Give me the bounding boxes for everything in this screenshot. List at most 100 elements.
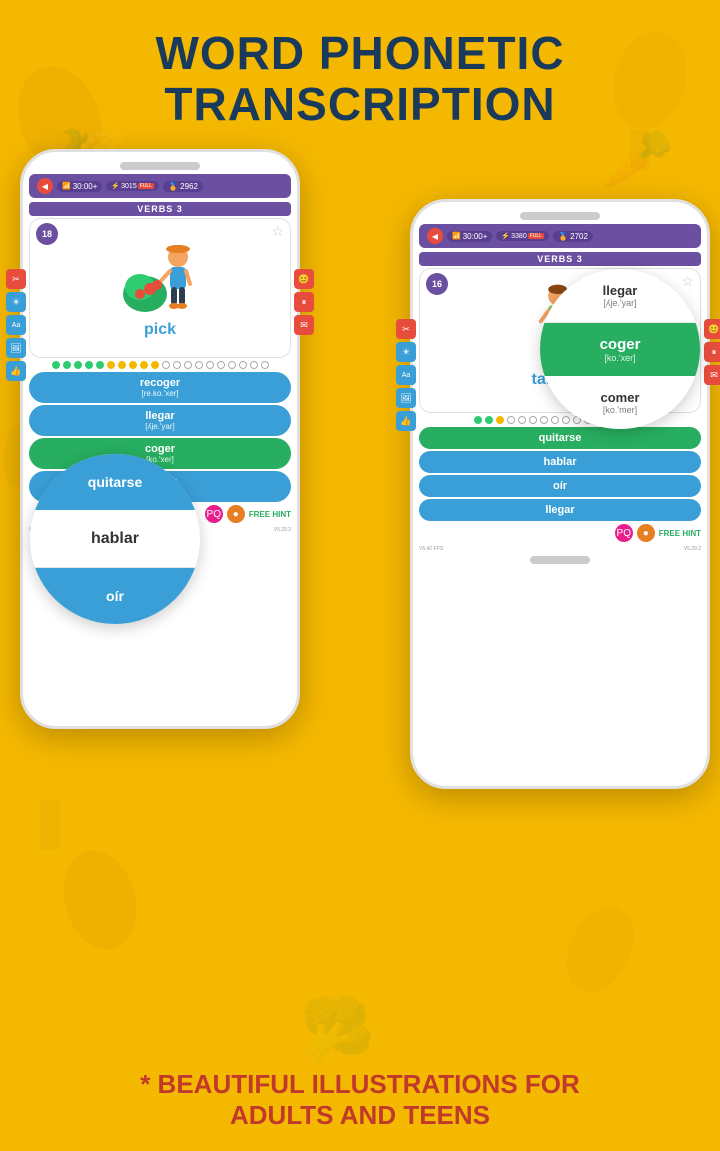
phone-right-face-btn[interactable]: 😊 — [704, 319, 720, 339]
phone-right-hint-icon-pq[interactable]: PQ — [615, 524, 633, 542]
bottom-text-line1: * BEAUTIFUL ILLUSTRATIONS FOR — [20, 1069, 700, 1100]
phone-right-home-button[interactable] — [530, 556, 590, 564]
progress-dot — [250, 361, 258, 369]
phone-right-hint-label[interactable]: FREE HINT — [659, 529, 701, 538]
progress-dot — [151, 361, 159, 369]
phone-left-thumb-btn[interactable]: 👍 — [6, 361, 26, 381]
progress-dot — [107, 361, 115, 369]
progress-dot — [118, 361, 126, 369]
phone-left-hint-icon-pq[interactable]: PQ — [205, 505, 223, 523]
progress-dot — [496, 416, 504, 424]
phone-left-gallery-btn[interactable]: 🖼 — [6, 338, 26, 358]
phone-left-pause-btn[interactable]: ⏸ — [294, 292, 314, 312]
progress-dot — [52, 361, 60, 369]
progress-dot — [485, 416, 493, 424]
phone-left-aa-btn[interactable]: Aa — [6, 315, 26, 335]
phone-right-answer-4[interactable]: llegar — [419, 499, 701, 521]
circle-item-coger: coger [ko.'xer] — [540, 323, 700, 376]
phone-right-verbs-label: VERBS 3 — [419, 252, 701, 266]
phone-left-sun-btn[interactable]: ☀ — [6, 292, 26, 312]
progress-dot — [228, 361, 236, 369]
phone-left-progress — [29, 361, 291, 369]
phone-right-aa-btn[interactable]: Aa — [396, 365, 416, 385]
circle-top-right: llegar [ʎje.'yar] coger [ko.'xer] comer … — [540, 269, 700, 429]
progress-dot — [261, 361, 269, 369]
phone-right-back-button[interactable]: ◀ — [427, 228, 443, 244]
progress-dot — [529, 416, 537, 424]
main-title-section: WORD PHONETIC TRANSCRIPTION — [0, 0, 720, 129]
progress-dot — [518, 416, 526, 424]
progress-dot — [239, 361, 247, 369]
phone-left-coins: 🏅 2962 — [163, 181, 203, 192]
phone-right-answer-1[interactable]: quitarse — [419, 427, 701, 449]
phone-left-side-buttons-right: 😊 ⏸ ✉ — [294, 269, 314, 335]
phone-right-card-star[interactable]: ☆ — [681, 273, 694, 290]
progress-dot — [63, 361, 71, 369]
progress-dot — [206, 361, 214, 369]
progress-dot — [96, 361, 104, 369]
phone-left-score: ⚡ 3015 FULL — [106, 181, 159, 191]
phone-left-answer-2[interactable]: llegar [ʎje.'yar] — [29, 405, 291, 436]
phone-left-speaker — [120, 162, 200, 170]
phone-left-hint-label[interactable]: FREE HINT — [249, 510, 291, 519]
phone-left-answer-1[interactable]: recoger [re.ko.'xer] — [29, 372, 291, 403]
progress-dot — [474, 416, 482, 424]
bottom-text-section: * BEAUTIFUL ILLUSTRATIONS FOR ADULTS AND… — [0, 1069, 720, 1131]
progress-dot — [85, 361, 93, 369]
title-line1: WORD PHONETIC — [0, 28, 720, 79]
circle-bottom-left: quitarse hablar oír — [30, 454, 200, 624]
phone-right-answer-2[interactable]: hablar — [419, 451, 701, 473]
phone-left-back-button[interactable]: ◀ — [37, 178, 53, 194]
phone-left-answer-3[interactable]: coger [ko.'xer] — [29, 438, 291, 469]
phone-left: ◀ 📶 30:00+ ⚡ 3015 FULL 🏅 2962 VERBS 3 ✂ … — [20, 149, 300, 729]
title-line2: TRANSCRIPTION — [0, 79, 720, 130]
bottom-text-line2: ADULTS AND TEENS — [20, 1100, 700, 1131]
phone-right-status-bar: ◀ 📶 30:00+ ⚡ 3380 FULL 🏅 2702 — [419, 224, 701, 248]
progress-dot — [173, 361, 181, 369]
phone-left-side-buttons-left: ✂ ☀ Aa 🖼 👍 — [6, 269, 26, 381]
phone-right-time: 📶 30:00+ — [447, 231, 492, 242]
phone-left-face-btn[interactable]: 😊 — [294, 269, 314, 289]
phone-right-side-buttons-right: 😊 ⏸ ✉ — [704, 319, 720, 385]
phone-right-card-number: 16 — [426, 273, 448, 295]
progress-dot — [74, 361, 82, 369]
circle-item-hablar: hablar — [30, 511, 200, 567]
phone-left-status-bar: ◀ 📶 30:00+ ⚡ 3015 FULL 🏅 2962 — [29, 174, 291, 198]
phones-container: ◀ 📶 30:00+ ⚡ 3015 FULL 🏅 2962 VERBS 3 ✂ … — [0, 139, 720, 819]
phone-left-time: 📶 30:00+ — [57, 181, 102, 192]
phone-left-card-number: 18 — [36, 223, 58, 245]
phone-right-mail-btn[interactable]: ✉ — [704, 365, 720, 385]
phone-left-hint-icon-coin[interactable]: ● — [227, 505, 245, 523]
phone-left-card-word: pick — [144, 321, 176, 339]
progress-dot — [540, 416, 548, 424]
progress-dot — [217, 361, 225, 369]
phone-left-verbs-label: VERBS 3 — [29, 202, 291, 216]
phone-right-scissors-btn[interactable]: ✂ — [396, 319, 416, 339]
phone-right-hint-icon-coin[interactable]: ● — [637, 524, 655, 542]
phone-right-pause-btn[interactable]: ⏸ — [704, 342, 720, 362]
progress-dot — [162, 361, 170, 369]
progress-dot — [195, 361, 203, 369]
phone-left-card-star[interactable]: ☆ — [271, 223, 284, 240]
progress-dot — [129, 361, 137, 369]
progress-dot — [140, 361, 148, 369]
phone-right-gallery-btn[interactable]: 🖼 — [396, 388, 416, 408]
progress-dot — [507, 416, 515, 424]
progress-dot — [562, 416, 570, 424]
svg-text:🥦: 🥦 — [300, 993, 375, 1065]
progress-dot — [551, 416, 559, 424]
phone-right-speaker — [520, 212, 600, 220]
phone-right-thumb-btn[interactable]: 👍 — [396, 411, 416, 431]
phone-left-mail-btn[interactable]: ✉ — [294, 315, 314, 335]
phone-left-card: ✂ ☀ Aa 🖼 👍 😊 ⏸ ✉ 18 ☆ — [29, 218, 291, 358]
phone-left-illustration — [120, 229, 200, 319]
progress-dot — [184, 361, 192, 369]
phone-left-scissors-btn[interactable]: ✂ — [6, 269, 26, 289]
phone-right-score: ⚡ 3380 FULL — [496, 231, 549, 241]
phone-right-sun-btn[interactable]: ☀ — [396, 342, 416, 362]
phone-right-coins: 🏅 2702 — [553, 231, 593, 242]
phone-right-bottom-status: V5.42 FPS V5.29.2 — [413, 546, 707, 552]
phone-right-hint-bar: PQ ● FREE HINT — [419, 524, 701, 542]
phone-right-answer-3[interactable]: oír — [419, 475, 701, 497]
phone-right-side-buttons-left: ✂ ☀ Aa 🖼 👍 — [396, 319, 416, 431]
